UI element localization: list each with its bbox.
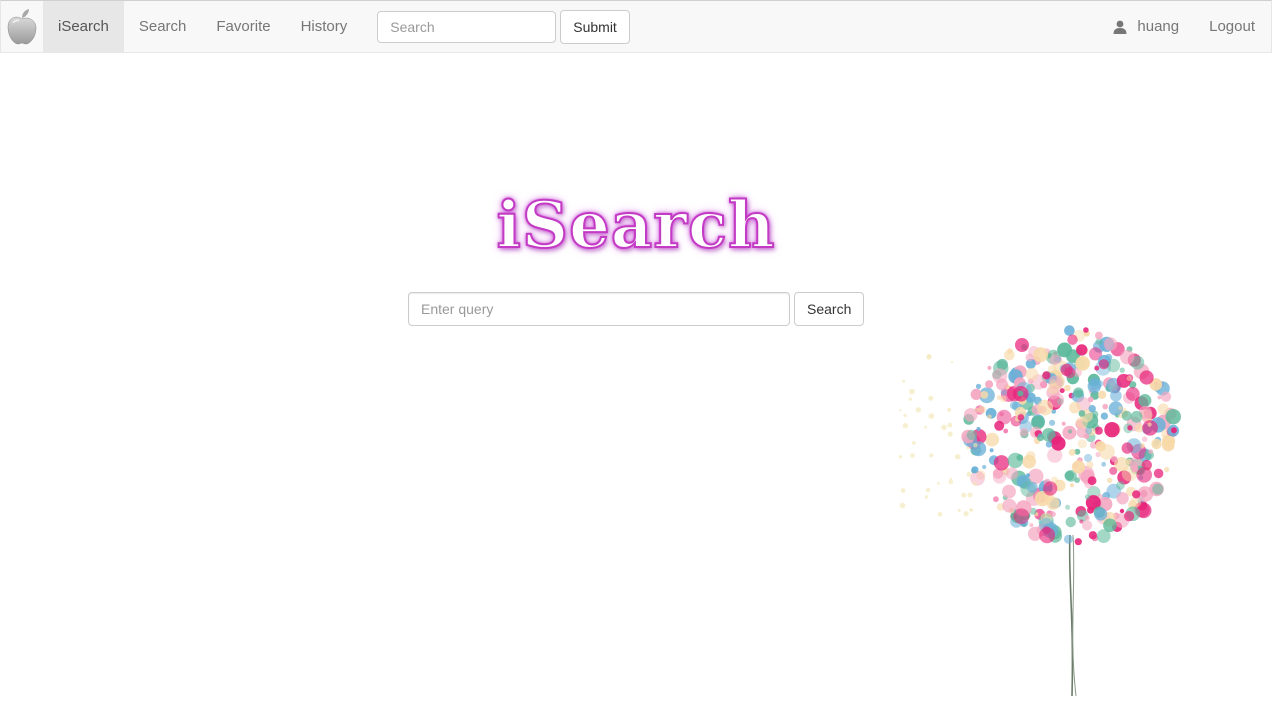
nav-item-search[interactable]: Search (124, 1, 202, 52)
nav-item-label: Favorite (216, 18, 271, 35)
main-search-form: Search (408, 292, 865, 326)
user-menu[interactable]: huang (1098, 1, 1194, 52)
query-input[interactable] (408, 292, 790, 326)
navbar-right: huang Logout (1098, 1, 1271, 52)
username-label: huang (1137, 18, 1180, 35)
nav-item-isearch[interactable]: iSearch (43, 1, 124, 52)
nav-item-label: History (300, 18, 348, 35)
nav-item-label: Search (138, 18, 187, 35)
user-icon (1113, 20, 1127, 34)
balloon-tree-illustration (880, 315, 1200, 697)
nav-item-history[interactable]: History (286, 1, 363, 52)
logout-link[interactable]: Logout (1194, 1, 1270, 52)
navbar-search-form: Submit (377, 9, 630, 44)
nav-item-label: iSearch (58, 18, 109, 35)
top-navbar: iSearch Search Favorite History Submit h… (0, 0, 1272, 53)
apple-logo-icon[interactable] (1, 1, 43, 52)
isearch-logo-title: iSearch (496, 187, 776, 264)
search-button[interactable]: Search (794, 292, 865, 326)
nav-item-favorite[interactable]: Favorite (201, 1, 285, 52)
logout-label: Logout (1209, 18, 1255, 35)
submit-button[interactable]: Submit (560, 9, 630, 44)
navbar-search-input[interactable] (377, 10, 557, 43)
